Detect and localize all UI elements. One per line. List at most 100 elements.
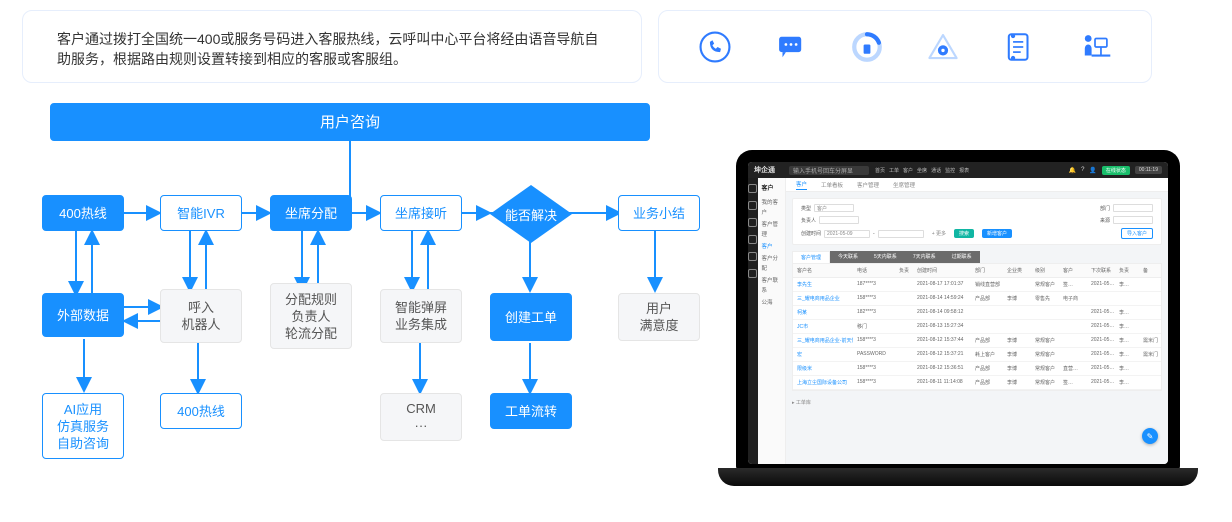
- table-cell: 158****3: [853, 376, 895, 389]
- main-tab[interactable]: 工单看板: [821, 181, 843, 189]
- table-row[interactable]: 限级米158****32021-08-12 15:36:51产品部李博常规客户直…: [793, 362, 1161, 376]
- table-cell: 常规客户: [1031, 348, 1059, 361]
- type-select[interactable]: 客户: [814, 204, 854, 212]
- date-to[interactable]: [878, 230, 924, 238]
- main-tab[interactable]: 客户: [796, 180, 807, 190]
- table-row[interactable]: 李先生187****32021-08-17 17:01:37销线直营部常规客户签…: [793, 278, 1161, 292]
- subtab[interactable]: 5天内联系: [866, 251, 905, 263]
- import-button[interactable]: 导入客户: [1121, 228, 1153, 239]
- dept-select[interactable]: [1113, 204, 1153, 212]
- sub-tabs: 客户管理 今天联系 5天内联系 7天内联系 过期联系: [792, 251, 1162, 263]
- table-cell: 需米门: [1139, 334, 1161, 347]
- main-tab[interactable]: 客户管理: [857, 181, 879, 189]
- side-icon[interactable]: [748, 218, 757, 227]
- nav-item[interactable]: 公海: [762, 298, 781, 308]
- subtab[interactable]: 7天内联系: [905, 251, 944, 263]
- source-select[interactable]: [1113, 216, 1153, 224]
- laptop-mockup: 坤企通 输入手机号回车分屏显 首页 工单 客户 坐席 通话 监控 报表 🔔 ? …: [718, 150, 1198, 494]
- table-cell: [1139, 320, 1161, 333]
- edit-fab[interactable]: ✎: [1142, 428, 1158, 444]
- help-icon[interactable]: ?: [1081, 167, 1084, 173]
- table-row[interactable]: 宏PASSWORD2021-08-12 15:37:21耗上客户李博常规客户20…: [793, 348, 1161, 362]
- table-cell: JC市: [793, 320, 853, 333]
- table-cell: 签…: [1059, 376, 1087, 389]
- table-cell: 李…: [1115, 362, 1139, 375]
- subtab[interactable]: 今天联系: [830, 251, 866, 263]
- side-icons: [748, 178, 758, 464]
- more-filter[interactable]: + 更多: [932, 230, 946, 237]
- table-cell: 2021-08-14 14:59:24: [913, 292, 971, 305]
- flow-diagram: 用户咨询 400热线 智能IVR 坐席分配 坐席接听 能否解决 业务小结 外部数…: [20, 103, 720, 493]
- table-cell: PASSWORD: [853, 348, 895, 361]
- avatar-icon[interactable]: 👤: [1089, 167, 1096, 174]
- laptop-base: [718, 468, 1198, 486]
- topbar-menu: 首页 工单 客户 坐席 通话 监控 报表: [875, 167, 969, 174]
- nav-item[interactable]: 客户联系: [762, 276, 781, 296]
- nav-item[interactable]: 客户管理: [762, 220, 781, 240]
- filter-card: 类型客户 部门 负责人 来源 创建时间2021-05-09 - + 更多 搜索 …: [792, 198, 1162, 245]
- top-search[interactable]: 输入手机号回车分屏显: [789, 166, 869, 175]
- table-cell: 耗上客户: [971, 348, 1003, 361]
- node-hotline: 400热线: [42, 195, 124, 231]
- flow-connectors: [20, 103, 720, 493]
- app-screen: 坤企通 输入手机号回车分屏显 首页 工单 客户 坐席 通话 监控 报表 🔔 ? …: [748, 162, 1168, 464]
- side-icon[interactable]: [748, 269, 757, 278]
- bell-icon[interactable]: 🔔: [1069, 167, 1076, 174]
- table-cell: 李博: [1003, 334, 1031, 347]
- table-cell: 2021-05…: [1087, 376, 1115, 389]
- node-seat-answer: 坐席接听: [380, 195, 462, 231]
- add-customer-button[interactable]: 新增客户: [982, 229, 1012, 238]
- table-row[interactable]: JC市移门2021-08-13 15:27:342021-05…李…: [793, 320, 1161, 334]
- table-cell: [895, 348, 913, 361]
- node-inbound-bot: 呼入 机器人: [160, 289, 242, 343]
- subtab[interactable]: 客户管理: [792, 251, 830, 263]
- node-create-ticket: 创建工单: [490, 293, 572, 341]
- side-icon[interactable]: [748, 184, 757, 193]
- table-cell: 李…: [1115, 278, 1139, 291]
- table-cell: 2021-08-12 15:37:21: [913, 348, 971, 361]
- table-cell: 签…: [1059, 278, 1087, 291]
- status-online[interactable]: 在线状态: [1102, 166, 1130, 175]
- table-cell: 产品部: [971, 362, 1003, 375]
- table-cell: 需米门: [1139, 348, 1161, 361]
- nav-item[interactable]: 客户: [762, 242, 781, 252]
- table-cell: 158****3: [853, 362, 895, 375]
- table-row[interactable]: 柯某182****32021-08-14 09:58:122021-05…李…: [793, 306, 1161, 320]
- table-cell: 2021-05…: [1087, 306, 1115, 319]
- table-cell: 李…: [1115, 320, 1139, 333]
- message-icon: [774, 30, 808, 64]
- table-row[interactable]: 三_耀电商用品企业-前天性158****32021-08-12 15:37:44…: [793, 334, 1161, 348]
- nav-item[interactable]: 客户分配: [762, 254, 781, 274]
- node-popup: 智能弹屏 业务集成: [380, 289, 462, 343]
- table-cell: 2021-08-12 15:37:44: [913, 334, 971, 347]
- subtab[interactable]: 过期联系: [944, 251, 980, 263]
- table-cell: 三_耀电商用品企业: [793, 292, 853, 305]
- side-icon[interactable]: [748, 252, 757, 261]
- date-from[interactable]: 2021-05-09: [824, 230, 870, 238]
- footer-label[interactable]: 工单库: [796, 400, 811, 406]
- flow-title: 用户咨询: [50, 103, 650, 141]
- main-tab[interactable]: 坐席管理: [893, 181, 915, 189]
- table-row[interactable]: 上海立尘国际设备公司158****32021-08-11 11:14:08产品部…: [793, 376, 1161, 390]
- table-cell: 销线直营部: [971, 278, 1003, 291]
- table-cell: [1059, 320, 1087, 333]
- table-cell: 电子商: [1059, 292, 1087, 305]
- table-cell: 2021-08-14 09:58:12: [913, 306, 971, 319]
- table-cell: 李…: [1115, 348, 1139, 361]
- table-cell: 158****3: [853, 292, 895, 305]
- brand-logo: 坤企通: [754, 165, 775, 175]
- node-crm: CRM ···: [380, 393, 462, 441]
- nav-item[interactable]: 我的客户: [762, 198, 781, 218]
- side-icon[interactable]: [748, 201, 757, 210]
- table-cell: 2021-08-13 15:27:34: [913, 320, 971, 333]
- side-icon[interactable]: [748, 235, 757, 244]
- table-cell: [1031, 320, 1059, 333]
- owner-select[interactable]: [819, 216, 859, 224]
- table-cell: 187****3: [853, 278, 895, 291]
- eye-triangle-icon: [926, 30, 960, 64]
- table-row[interactable]: 三_耀电商用品企业158****32021-08-14 14:59:24产品部李…: [793, 292, 1161, 306]
- table-cell: 李…: [1115, 306, 1139, 319]
- table-cell: [1115, 292, 1139, 305]
- table-cell: 产品部: [971, 376, 1003, 389]
- search-button[interactable]: 搜索: [954, 229, 974, 238]
